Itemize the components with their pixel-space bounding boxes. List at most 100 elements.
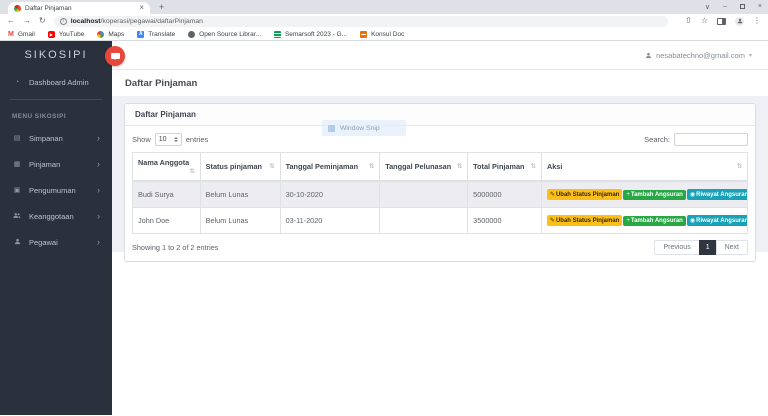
page-length-control: Show 10 entries — [132, 133, 208, 146]
cell-tgl-pelunasan — [379, 207, 469, 234]
sidebar-item-pengumuman[interactable]: ▣ Pengumuman › — [0, 177, 112, 203]
search-input[interactable] — [674, 133, 748, 146]
ubah-status-button[interactable]: ✎Ubah Status Pinjaman — [546, 215, 623, 226]
translate-icon: A — [137, 30, 145, 38]
entries-info: Showing 1 to 2 of 2 entries — [132, 243, 219, 252]
window-chevron-icon[interactable]: ∨ — [705, 3, 710, 11]
url-text: localhost/koperasi/pegawai/daftarPinjama… — [71, 18, 203, 25]
bookmark-label: Translate — [148, 30, 176, 38]
site-favicon-icon — [14, 4, 21, 12]
content-section: Window Snip Daftar Pinjaman Show 10 entr… — [112, 96, 768, 262]
page-info-icon[interactable]: i — [59, 17, 67, 25]
chevron-right-icon: › — [97, 236, 100, 247]
column-label: Nama Anggota — [138, 158, 190, 167]
snip-icon — [328, 124, 335, 132]
user-menu[interactable]: nesabatechno@gmail.com ▾ — [645, 51, 752, 60]
browser-menu-icon[interactable]: ⋮ — [753, 14, 761, 28]
sidebar-item-pinjaman[interactable]: ▦ Pinjaman › — [0, 151, 112, 177]
cell-tgl-peminjaman: 03-11-2020 — [279, 207, 381, 234]
sidebar-item-pegawai[interactable]: Pegawai › — [0, 229, 112, 255]
search-label: Search: — [644, 135, 670, 144]
ubah-status-button[interactable]: ✎Ubah Status Pinjaman — [546, 189, 623, 200]
bookmark-label: Konsul Doc — [371, 30, 405, 38]
eye-icon: ◉ — [689, 192, 696, 198]
back-icon[interactable]: ← — [7, 14, 15, 28]
address-bar[interactable]: i localhost/koperasi/pegawai/daftarPinja… — [53, 15, 669, 27]
sidebar-menu-heading: MENU SIKOSIPI — [12, 113, 67, 120]
column-label: Tanggal Peminjaman — [285, 162, 359, 171]
dashboard-icon: ◔ — [14, 78, 20, 86]
bookmark-gmail[interactable]: M Gmail — [8, 31, 35, 38]
button-label: Riwayat Angsuran — [696, 192, 748, 198]
sidebar-item-keanggotaan[interactable]: Keanggotaan › — [0, 203, 112, 229]
cell-status: Belum Lunas — [199, 207, 281, 234]
bookmark-semarsoft[interactable]: Semarsoft 2023 - G... — [273, 30, 347, 38]
edit-icon: ✎ — [549, 218, 555, 224]
minimize-icon[interactable]: – — [723, 3, 727, 10]
chevron-right-icon: › — [97, 132, 100, 143]
bookmark-label: Open Source Librar... — [199, 30, 261, 38]
column-header-tgl-pelunasan[interactable]: Tanggal Pelunasan ⇅ — [379, 152, 469, 182]
side-panel-icon[interactable] — [717, 17, 726, 25]
bookmark-translate[interactable]: A Translate — [137, 30, 176, 38]
app-root: SIKOSIPI ◔ Dashboard Admin MENU SIKOSIPI… — [0, 41, 768, 415]
tab-title: Daftar Pinjaman — [25, 4, 72, 12]
page-length-select[interactable]: 10 — [154, 133, 182, 146]
sidebar-item-label: Dashboard Admin — [29, 77, 89, 87]
bookmark-star-icon[interactable]: ☆ — [701, 14, 708, 28]
select-caret-icon — [173, 137, 178, 142]
share-icon[interactable]: ⇧ — [685, 14, 692, 28]
previous-page-button[interactable]: Previous — [654, 240, 700, 255]
plus-icon: + — [626, 218, 630, 224]
sidebar-item-simpanan[interactable]: ▤ Simpanan › — [0, 125, 112, 151]
column-header-status[interactable]: Status pinjaman ⇅ — [199, 152, 281, 182]
profile-avatar[interactable] — [735, 16, 744, 26]
browser-tab[interactable]: Daftar Pinjaman × — [8, 2, 150, 14]
browser-toolbar: ← → ↻ i localhost/koperasi/pegawai/dafta… — [0, 14, 768, 28]
cell-nama: Budi Surya — [132, 180, 201, 208]
page-number-button[interactable]: 1 — [698, 240, 717, 255]
column-header-total[interactable]: Total Pinjaman ⇅ — [467, 152, 542, 182]
pagination: Previous 1 Next — [654, 240, 748, 255]
youtube-icon: ▶ — [47, 30, 55, 38]
cell-tgl-pelunasan — [379, 180, 469, 208]
page-title: Daftar Pinjaman — [125, 77, 198, 89]
library-icon — [188, 30, 196, 38]
forward-icon[interactable]: → — [23, 14, 31, 28]
close-tab-icon[interactable]: × — [139, 4, 144, 12]
sidebar-item-dashboard[interactable]: ◔ Dashboard Admin — [0, 69, 112, 95]
sidebar-toggle-button[interactable] — [105, 46, 125, 66]
announcement-icon: ▣ — [13, 187, 21, 194]
tambah-angsuran-button[interactable]: +Tambah Angsuran — [623, 216, 686, 226]
sidebar-item-label: Keanggotaan — [29, 211, 74, 221]
bookmark-konsul-doc[interactable]: Konsul Doc — [360, 30, 405, 38]
caret-down-icon: ▾ — [748, 52, 752, 59]
sort-icon: ⇅ — [368, 163, 375, 170]
url-host: localhost — [70, 17, 101, 25]
savings-book-icon: ▤ — [13, 135, 21, 142]
new-tab-button[interactable]: + — [159, 1, 164, 14]
table-header-row: Nama Anggota ⇅ Status pinjaman ⇅ Tanggal P… — [132, 152, 749, 182]
riwayat-angsuran-button[interactable]: ◉Riwayat Angsuran — [686, 215, 747, 226]
column-header-aksi[interactable]: Aksi ⇅ — [540, 152, 749, 182]
sidebar-item-label: Pinjaman — [29, 159, 61, 169]
chevron-right-icon: › — [97, 210, 100, 221]
bookmark-youtube[interactable]: ▶ YouTube — [47, 30, 84, 38]
column-header-tgl-peminjaman[interactable]: Tanggal Peminjaman ⇅ — [279, 152, 381, 182]
button-label: Tambah Angsuran — [630, 192, 683, 198]
sidebar-divider — [10, 99, 102, 100]
next-page-button[interactable]: Next — [715, 240, 748, 255]
reload-icon[interactable]: ↻ — [39, 14, 46, 28]
tambah-angsuran-button[interactable]: +Tambah Angsuran — [623, 190, 686, 200]
chevron-right-icon: › — [97, 184, 100, 195]
search-control: Search: — [644, 133, 748, 146]
riwayat-angsuran-button[interactable]: ◉Riwayat Angsuran — [686, 189, 748, 200]
column-header-nama[interactable]: Nama Anggota ⇅ — [132, 152, 201, 182]
maximize-icon[interactable] — [739, 4, 745, 9]
bookmark-maps[interactable]: Maps — [97, 30, 124, 38]
bookmark-open-source-library[interactable]: Open Source Librar... — [188, 30, 261, 38]
sort-icon: ⇅ — [456, 163, 463, 170]
card-title: Daftar Pinjaman — [125, 104, 755, 126]
cell-aksi: ✎Ubah Status Pinjaman +Tambah Angsuran ◉Ri… — [540, 180, 749, 208]
close-window-icon[interactable]: × — [758, 3, 762, 10]
